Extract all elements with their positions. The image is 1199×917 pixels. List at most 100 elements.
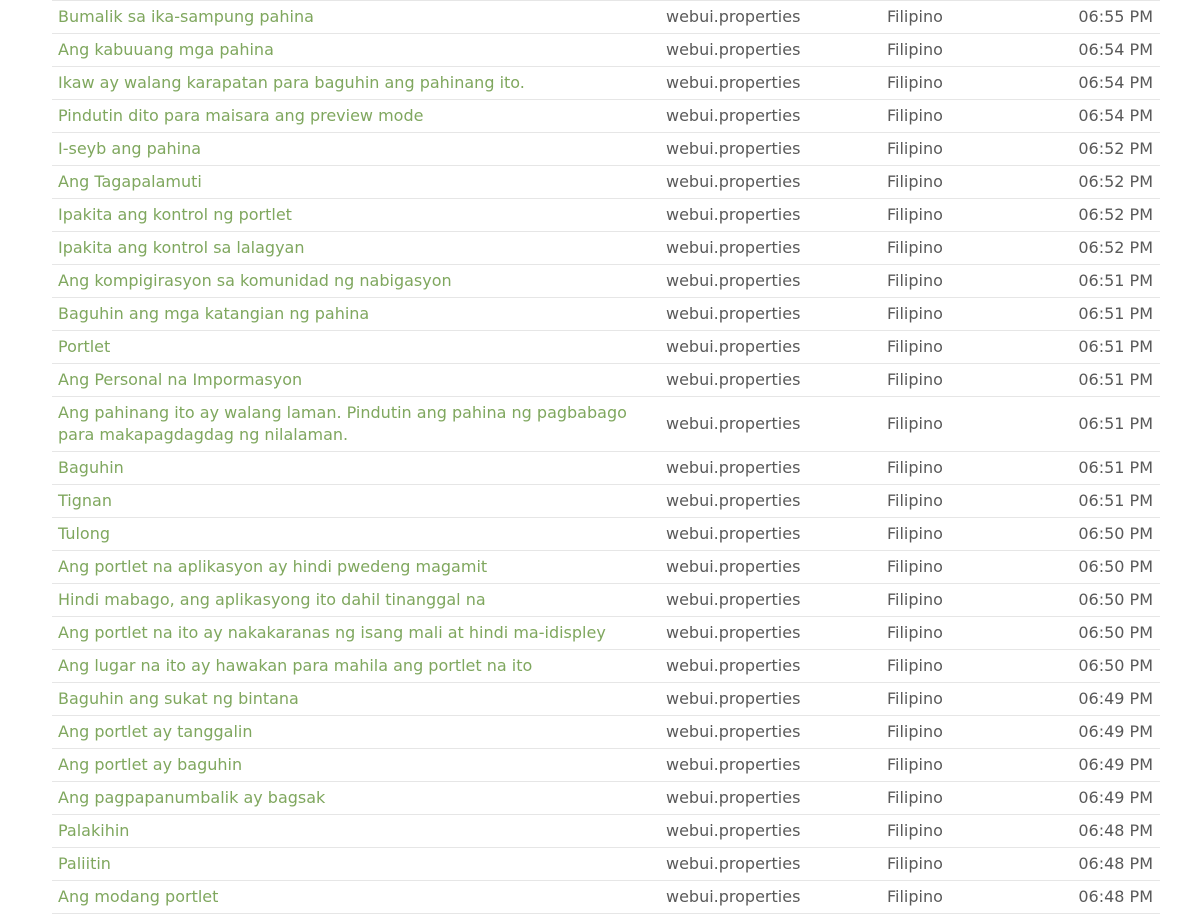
timestamp: 06:49 PM [1078, 689, 1153, 708]
translation-key-link[interactable]: Ang portlet ay baguhin [52, 754, 666, 776]
timestamp: 06:50 PM [1078, 590, 1153, 609]
translation-key-link[interactable]: Ang pahinang ito ay walang laman. Pindut… [52, 402, 666, 446]
file-name: webui.properties [666, 590, 801, 609]
translation-key-link[interactable]: Ang portlet na ito ay nakakaranas ng isa… [52, 622, 666, 644]
language: Filipino [887, 238, 943, 257]
language: Filipino [887, 788, 943, 807]
translation-key-link[interactable]: Ang Personal na Impormasyon [52, 369, 666, 391]
timestamp: 06:50 PM [1078, 623, 1153, 642]
timestamp: 06:50 PM [1078, 656, 1153, 675]
table-row: Pindutin dito para maisara ang preview m… [52, 100, 1160, 133]
translation-key-link[interactable]: Baguhin ang sukat ng bintana [52, 688, 666, 710]
table-row: Tulong webui.properties Filipino 06:50 P… [52, 518, 1160, 551]
file-name: webui.properties [666, 370, 801, 389]
timestamp: 06:50 PM [1078, 524, 1153, 543]
table-row: Baguhin webui.properties Filipino 06:51 … [52, 452, 1160, 485]
language: Filipino [887, 689, 943, 708]
table-row: Ang portlet na ito ay nakakaranas ng isa… [52, 617, 1160, 650]
timestamp: 06:51 PM [1078, 491, 1153, 510]
table-row: Portlet webui.properties Filipino 06:51 … [52, 331, 1160, 364]
language: Filipino [887, 106, 943, 125]
table-row: Paliitin webui.properties Filipino 06:48… [52, 848, 1160, 881]
timestamp: 06:51 PM [1078, 414, 1153, 433]
translation-key-link[interactable]: Paliitin [52, 853, 666, 875]
language: Filipino [887, 722, 943, 741]
file-name: webui.properties [666, 172, 801, 191]
translation-key-link[interactable]: Ang kompigirasyon sa komunidad ng nabiga… [52, 270, 666, 292]
file-name: webui.properties [666, 73, 801, 92]
translation-key-link[interactable]: Ang lugar na ito ay hawakan para mahila … [52, 655, 666, 677]
table-row: Ang portlet na aplikasyon ay hindi pwede… [52, 551, 1160, 584]
translation-key-link[interactable]: Ang modang portlet [52, 886, 666, 908]
translation-key-link[interactable]: Ipakita ang kontrol sa lalagyan [52, 237, 666, 259]
translation-key-link[interactable]: Hindi mabago, ang aplikasyong ito dahil … [52, 589, 666, 611]
translation-list: Bumalik sa ika-sampung pahina webui.prop… [52, 0, 1160, 914]
timestamp: 06:51 PM [1078, 271, 1153, 290]
table-row: Ang Tagapalamuti webui.properties Filipi… [52, 166, 1160, 199]
file-name: webui.properties [666, 887, 801, 906]
timestamp: 06:51 PM [1078, 337, 1153, 356]
language: Filipino [887, 139, 943, 158]
translation-key-link[interactable]: Ang portlet na aplikasyon ay hindi pwede… [52, 556, 666, 578]
table-row: Bumalik sa ika-sampung pahina webui.prop… [52, 1, 1160, 34]
table-row: Ipakita ang kontrol ng portlet webui.pro… [52, 199, 1160, 232]
timestamp: 06:52 PM [1078, 139, 1153, 158]
table-row: Palakihin webui.properties Filipino 06:4… [52, 815, 1160, 848]
timestamp: 06:49 PM [1078, 722, 1153, 741]
language: Filipino [887, 73, 943, 92]
table-row: Ang pagpapanumbalik ay bagsak webui.prop… [52, 782, 1160, 815]
translation-key-link[interactable]: Palakihin [52, 820, 666, 842]
timestamp: 06:52 PM [1078, 238, 1153, 257]
translation-key-link[interactable]: Tulong [52, 523, 666, 545]
file-name: webui.properties [666, 623, 801, 642]
language: Filipino [887, 205, 943, 224]
file-name: webui.properties [666, 854, 801, 873]
table-row: Ang lugar na ito ay hawakan para mahila … [52, 650, 1160, 683]
translation-key-link[interactable]: Ang pagpapanumbalik ay bagsak [52, 787, 666, 809]
table-row: Ang portlet ay tanggalin webui.propertie… [52, 716, 1160, 749]
table-row: Ang Personal na Impormasyon webui.proper… [52, 364, 1160, 397]
language: Filipino [887, 304, 943, 323]
file-name: webui.properties [666, 524, 801, 543]
file-name: webui.properties [666, 821, 801, 840]
file-name: webui.properties [666, 414, 801, 433]
table-row: Ang modang portlet webui.properties Fili… [52, 881, 1160, 914]
table-row: Baguhin ang sukat ng bintana webui.prope… [52, 683, 1160, 716]
timestamp: 06:52 PM [1078, 172, 1153, 191]
language: Filipino [887, 414, 943, 433]
translation-key-link[interactable]: Baguhin ang mga katangian ng pahina [52, 303, 666, 325]
translation-key-link[interactable]: Baguhin [52, 457, 666, 479]
translation-key-link[interactable]: Portlet [52, 336, 666, 358]
table-row: Ang portlet ay baguhin webui.properties … [52, 749, 1160, 782]
table-row: Ipakita ang kontrol sa lalagyan webui.pr… [52, 232, 1160, 265]
translation-key-link[interactable]: Bumalik sa ika-sampung pahina [52, 6, 666, 28]
language: Filipino [887, 557, 943, 576]
translation-key-link[interactable]: Tignan [52, 490, 666, 512]
timestamp: 06:48 PM [1078, 887, 1153, 906]
timestamp: 06:54 PM [1078, 40, 1153, 59]
translation-key-link[interactable]: Ang portlet ay tanggalin [52, 721, 666, 743]
file-name: webui.properties [666, 656, 801, 675]
file-name: webui.properties [666, 139, 801, 158]
language: Filipino [887, 854, 943, 873]
language: Filipino [887, 821, 943, 840]
timestamp: 06:48 PM [1078, 854, 1153, 873]
language: Filipino [887, 656, 943, 675]
translation-key-link[interactable]: Ikaw ay walang karapatan para baguhin an… [52, 72, 666, 94]
language: Filipino [887, 370, 943, 389]
file-name: webui.properties [666, 304, 801, 323]
timestamp: 06:51 PM [1078, 304, 1153, 323]
language: Filipino [887, 40, 943, 59]
translation-key-link[interactable]: Pindutin dito para maisara ang preview m… [52, 105, 666, 127]
translation-key-link[interactable]: Ang kabuuang mga pahina [52, 39, 666, 61]
timestamp: 06:51 PM [1078, 370, 1153, 389]
language: Filipino [887, 458, 943, 477]
translation-key-link[interactable]: Ang Tagapalamuti [52, 171, 666, 193]
language: Filipino [887, 524, 943, 543]
file-name: webui.properties [666, 755, 801, 774]
translation-key-link[interactable]: Ipakita ang kontrol ng portlet [52, 204, 666, 226]
translation-key-link[interactable]: I-seyb ang pahina [52, 138, 666, 160]
timestamp: 06:50 PM [1078, 557, 1153, 576]
language: Filipino [887, 623, 943, 642]
language: Filipino [887, 590, 943, 609]
